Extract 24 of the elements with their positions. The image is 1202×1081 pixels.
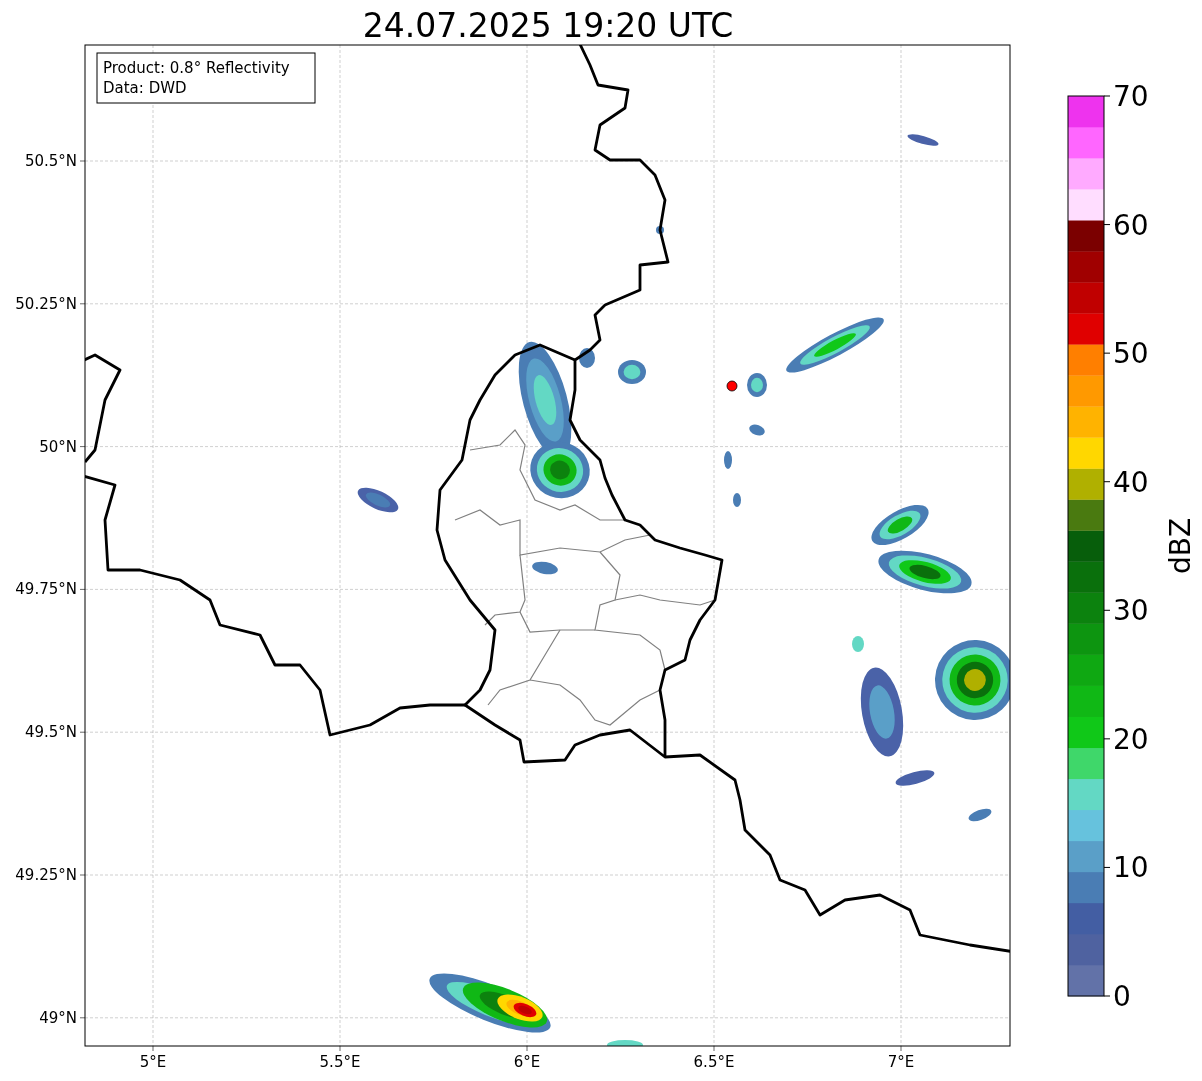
colorbar-tick-label: 0 [1113,980,1131,1013]
colorbar-tick-label: 70 [1113,80,1149,113]
axis-tick-label: 7°E [887,1053,915,1071]
info-text: Data: DWD [103,79,187,97]
axis-tick-label: 50.5°N [24,152,77,170]
axis-tick-label: 5°E [139,1053,167,1071]
axis-tick-label: 49.75°N [15,580,77,599]
colorbar-tick-label: 50 [1113,337,1149,371]
axis-tick-label: 50°N [39,437,77,456]
axis-tick-label: 50.25°N [15,294,77,313]
colorbar-tick-label: 30 [1113,594,1149,628]
axis-tick-label: 5.5°E [319,1053,361,1071]
chart-title: 24.07.2025 19:20 UTC [362,6,734,45]
colorbar-tick-label: 20 [1113,722,1149,756]
colorbar-tick-label: 10 [1113,851,1149,885]
colorbar-label: dBZ [1164,517,1197,575]
colorbar-tick-label: 60 [1113,208,1149,242]
axis-tick-label: 49°N [39,1008,77,1027]
colorbar-tick-label: 40 [1113,465,1149,499]
axis-tick-label: 6.5°E [693,1053,735,1071]
axis-tick-label: 6°E [513,1053,541,1071]
axis-tick-label: 49.25°N [15,866,77,884]
axis-tick-label: 49.5°N [24,723,77,742]
info-text: Product: 0.8° Reflectivity [103,59,290,77]
